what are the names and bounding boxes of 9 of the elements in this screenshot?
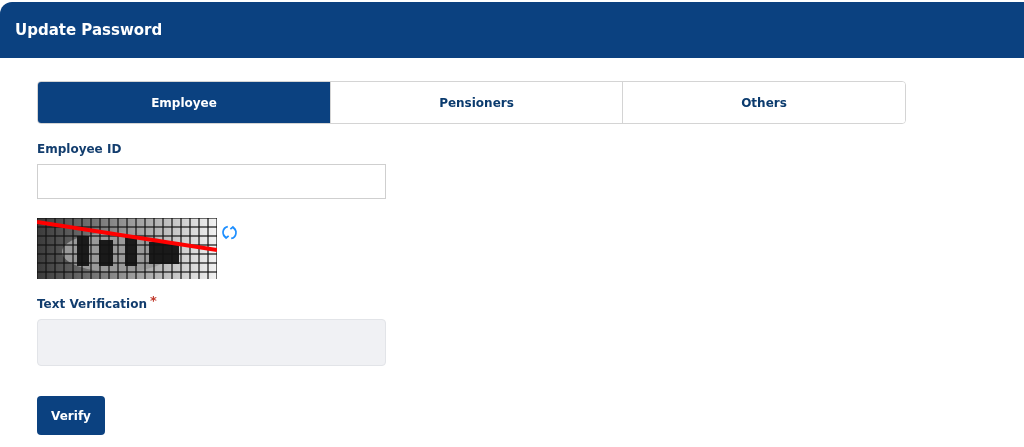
refresh-icon[interactable]: [221, 224, 238, 241]
page-title: Update Password: [15, 21, 163, 39]
verify-button[interactable]: Verify: [37, 396, 105, 435]
input-field[interactable]: [37, 164, 386, 199]
tab[interactable]: Others: [622, 82, 905, 123]
field-label: Employee ID: [37, 142, 122, 156]
tab[interactable]: Employee: [38, 82, 330, 123]
required-mark: *: [149, 293, 157, 308]
field-label: Text Verification: [37, 297, 147, 311]
